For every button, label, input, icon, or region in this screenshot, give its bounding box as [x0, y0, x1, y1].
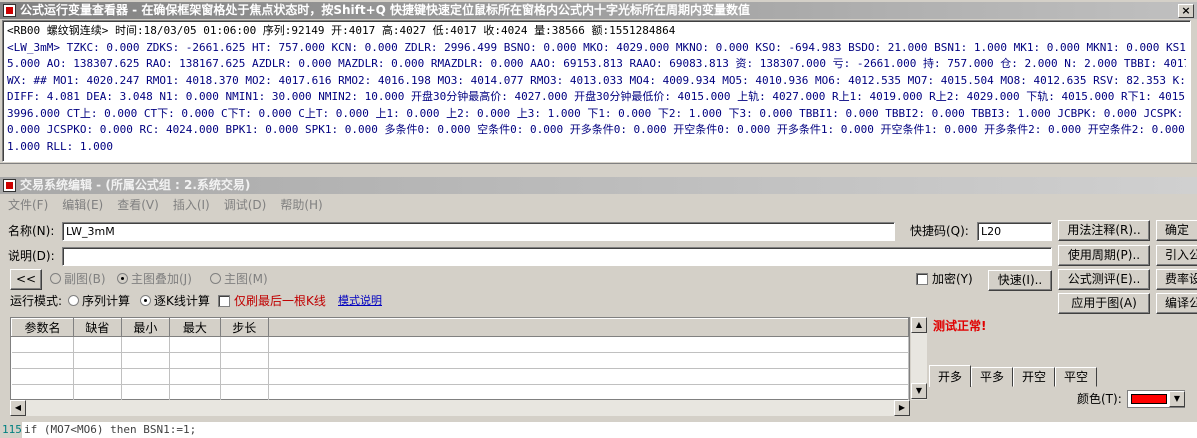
ok-button[interactable]: 确定 [1156, 220, 1197, 241]
col-header: 缺省 [72, 318, 122, 337]
editor-titlebar[interactable]: 交易系统编辑 - (所属公式组 : 2.系统交易) [0, 177, 1197, 194]
color-picker[interactable]: ▼ [1127, 390, 1185, 408]
signal-tabs: 开多 平多 开空 平空 [929, 365, 1098, 387]
viewer-line: 5.000 AO: 138307.625 RAO: 138167.625 AZD… [7, 57, 1186, 70]
checkbox-icon [916, 273, 928, 285]
editor-title: 交易系统编辑 - (所属公式组 : 2.系统交易) [20, 178, 251, 192]
color-label: 颜色(T): [1077, 392, 1122, 406]
collapse-button[interactable]: << [10, 269, 42, 290]
fee-settings-button[interactable]: 费率设 [1156, 269, 1197, 290]
radio-sub-chart[interactable]: 副图(B) [50, 270, 106, 288]
radio-main-chart-label: 主图(M) [224, 272, 268, 286]
viewer-line: 3996.000 CT上: 0.000 CT下: 0.000 C下T: 0.00… [7, 106, 1186, 120]
viewer-line: <RB00 螺纹钢连续> 时间:18/03/05 01:06:00 序列:921… [7, 24, 676, 37]
hotkey-label: 快捷码(Q): [910, 224, 969, 238]
hotkey-input[interactable]: L20 [977, 222, 1052, 241]
viewer-line: 0.000 JCSPKO: 0.000 RC: 4024.000 BPK1: 0… [7, 123, 1186, 136]
description-label: 说明(D): [8, 249, 55, 263]
tab-close-long[interactable]: 平多 [971, 367, 1014, 387]
radio-main-overlay-label: 主图叠加(J) [131, 272, 192, 286]
usage-notes-button[interactable]: 用法注释(R).. [1058, 220, 1150, 241]
scroll-down-icon[interactable]: ▼ [911, 383, 927, 399]
radio-main-overlay[interactable]: 主图叠加(J) [117, 270, 192, 288]
apply-to-chart-button[interactable]: 应用于图(A) [1058, 293, 1150, 314]
close-icon[interactable]: × [1178, 4, 1194, 18]
radio-icon [140, 295, 151, 306]
app-icon [3, 179, 16, 192]
tab-open-long[interactable]: 开多 [929, 365, 972, 387]
col-header: 步长 [219, 318, 269, 337]
compile-formula-button[interactable]: 编译公 [1156, 293, 1197, 314]
menu-debug[interactable]: 调试(D) [216, 196, 273, 214]
mode-help-link[interactable]: 模式说明 [338, 292, 382, 310]
radio-kline-calc[interactable]: 逐K线计算 [140, 292, 210, 310]
params-vertical-scrollbar[interactable]: ▲ ▼ [910, 317, 927, 400]
menu-help[interactable]: 帮助(H) [272, 196, 328, 214]
test-status-text: 测试正常! [933, 319, 987, 333]
col-header: 最小 [120, 318, 170, 337]
col-header: 参数名 [11, 318, 74, 337]
chevron-down-icon[interactable]: ▼ [1169, 391, 1185, 407]
table-row[interactable] [11, 368, 910, 385]
menu-edit[interactable]: 编辑(E) [54, 196, 109, 214]
table-row[interactable] [11, 352, 910, 369]
viewer-title: 公式运行变量查看器 - 在确保框架窗格处于焦点状态时，按Shift+Q 快捷键快… [20, 3, 751, 17]
table-row[interactable] [11, 336, 910, 353]
scroll-up-icon[interactable]: ▲ [911, 317, 927, 333]
import-formula-button[interactable]: 引入公 [1156, 245, 1197, 266]
fast-button[interactable]: 快速(I).. [988, 270, 1052, 291]
code-text: if (MO7<MO6) then BSN1:=1; [24, 423, 197, 436]
checkbox-icon [218, 295, 230, 307]
window-separator [0, 163, 1197, 177]
viewer-line: <LW_3mM> TZKC: 0.000 ZDKS: -2661.625 HT:… [7, 40, 1186, 54]
mode-kline-label: 逐K线计算 [154, 294, 210, 308]
col-header: 最大 [168, 318, 221, 337]
radio-sequence-calc[interactable]: 序列计算 [68, 292, 130, 310]
mode-sequence-label: 序列计算 [82, 294, 131, 308]
usage-period-button[interactable]: 使用周期(P).. [1058, 245, 1150, 266]
description-input[interactable] [62, 247, 1052, 266]
table-row[interactable] [11, 384, 910, 401]
params-table[interactable]: 参数名 缺省 最小 最大 步长 [10, 317, 910, 401]
tab-close-short[interactable]: 平空 [1055, 367, 1098, 387]
name-input[interactable]: LW_3mM [62, 222, 895, 241]
viewer-line: WX: ## MO1: 4020.247 RMO1: 4018.370 MO2:… [7, 73, 1186, 87]
radio-icon [68, 295, 79, 306]
only-last-kline-label: 仅刷最后一根K线 [234, 294, 326, 308]
only-last-kline-checkbox[interactable]: 仅刷最后一根K线 [218, 292, 326, 310]
app-icon [3, 4, 16, 17]
variable-viewer-panel[interactable]: <RB00 螺纹钢连续> 时间:18/03/05 01:06:00 序列:921… [2, 20, 1191, 162]
radio-sub-chart-label: 副图(B) [64, 272, 106, 286]
params-horizontal-scrollbar[interactable]: ◀ ▶ [10, 400, 910, 416]
viewer-titlebar[interactable]: 公式运行变量查看器 - 在确保框架窗格处于焦点状态时，按Shift+Q 快捷键快… [0, 2, 1197, 19]
radio-icon [50, 273, 61, 284]
menu-insert[interactable]: 插入(I) [165, 196, 216, 214]
menu-view[interactable]: 查看(V) [109, 196, 165, 214]
menu-file[interactable]: 文件(F) [0, 196, 54, 214]
scroll-left-icon[interactable]: ◀ [10, 400, 26, 416]
viewer-line: 1.000 RLL: 1.000 [7, 139, 113, 153]
menu-bar: 文件(F) 编辑(E) 查看(V) 插入(I) 调试(D) 帮助(H) [0, 196, 1197, 214]
scroll-right-icon[interactable]: ▶ [894, 400, 910, 416]
line-number: 115 [0, 422, 22, 438]
color-swatch [1131, 394, 1167, 404]
tab-open-short[interactable]: 开空 [1013, 367, 1056, 387]
name-label: 名称(N): [8, 224, 55, 238]
radio-main-chart[interactable]: 主图(M) [210, 270, 268, 288]
radio-icon [117, 273, 128, 284]
col-header [267, 318, 910, 337]
formula-eval-button[interactable]: 公式测评(E).. [1058, 269, 1150, 290]
encrypt-label: 加密(Y) [932, 272, 973, 286]
run-mode-label: 运行模式: [10, 294, 63, 308]
code-editor-line[interactable]: 115 if (MO7<MO6) then BSN1:=1; [0, 422, 1197, 438]
viewer-line: DIFF: 4.081 DEA: 3.048 N1: 0.000 NMIN1: … [7, 90, 1186, 103]
radio-icon [210, 273, 221, 284]
encrypt-checkbox[interactable]: 加密(Y) [916, 270, 973, 288]
